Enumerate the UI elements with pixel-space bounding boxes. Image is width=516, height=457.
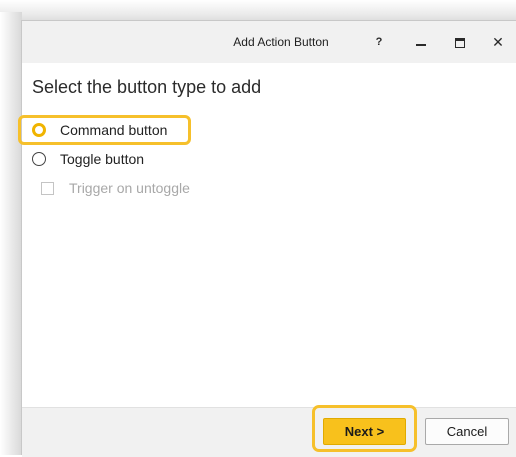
window-title: Add Action Button	[22, 21, 516, 63]
radio-command-label[interactable]: Command button	[60, 122, 167, 138]
next-button[interactable]: Next >	[323, 418, 406, 445]
maximize-button[interactable]	[447, 29, 473, 55]
minimize-icon	[416, 43, 426, 46]
dialog-heading: Select the button type to add	[32, 77, 262, 97]
help-icon: ?	[375, 36, 383, 48]
help-button[interactable]: ?	[366, 29, 392, 55]
radio-checked-icon[interactable]	[32, 123, 46, 137]
maximize-icon	[455, 37, 465, 48]
add-action-button-dialog: Add Action Button ? ✕ Select the button …	[18, 20, 516, 457]
radio-unchecked-icon[interactable]	[32, 152, 46, 166]
minimize-button[interactable]	[408, 29, 434, 55]
trigger-on-untoggle-checkbox[interactable]: Trigger on untoggle	[41, 177, 190, 199]
title-bar[interactable]: Add Action Button ? ✕	[22, 21, 516, 63]
window-shadow-left	[0, 12, 22, 455]
checkbox-icon[interactable]	[41, 181, 54, 195]
radio-toggle-button[interactable]: Toggle button	[32, 148, 144, 170]
radio-command-button[interactable]: Command button	[32, 119, 167, 141]
radio-toggle-label[interactable]: Toggle button	[60, 151, 144, 167]
window-shadow-top	[0, 0, 516, 22]
cancel-button[interactable]: Cancel	[425, 418, 509, 445]
trigger-on-untoggle-label: Trigger on untoggle	[69, 180, 190, 196]
close-icon: ✕	[492, 34, 504, 50]
window-title-text: Add Action Button	[233, 35, 329, 49]
close-button[interactable]: ✕	[485, 29, 511, 55]
